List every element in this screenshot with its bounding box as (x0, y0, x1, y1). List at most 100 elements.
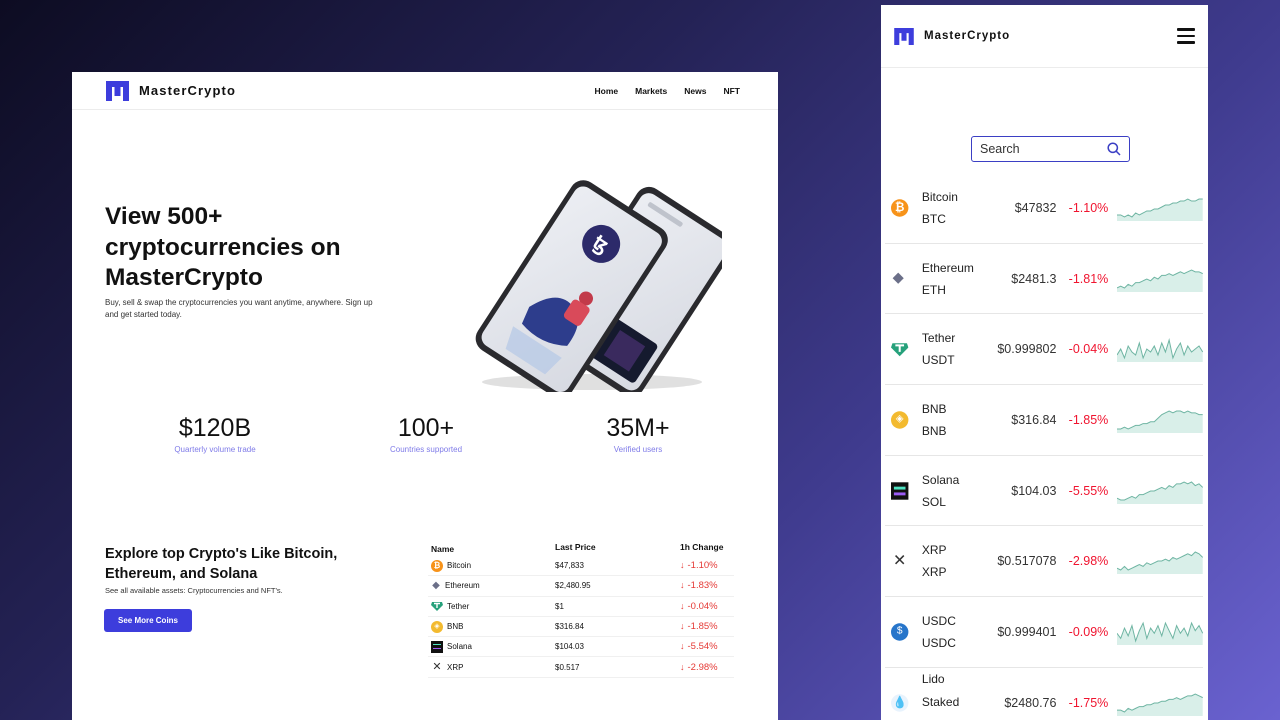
search-icon[interactable] (1107, 142, 1121, 156)
coin-change: -1.10% (687, 560, 718, 572)
xrp-icon: ✕ (893, 552, 907, 570)
bitcoin-icon: ₿ (891, 199, 909, 217)
coin-names: Ethereum ETH (922, 257, 990, 301)
sparkline-area (1117, 481, 1203, 504)
table-row[interactable]: ₿ Bitcoin $47,833 ↓ -1.10% (428, 556, 734, 577)
bitcoin-icon: ₿ (431, 559, 443, 572)
mobile-coin-list: ₿ Bitcoin BTC $47832 -1.10% ◆ Ethereum ETH $2481… (885, 173, 1203, 720)
desktop-nav-links: Home Markets News NFT (594, 86, 744, 96)
coin-list-item[interactable]: 💧 Lido Staked Ether $2480.76 -1.75% (885, 668, 1203, 720)
stat-value: 35M+ (606, 414, 670, 442)
coin-name-cell: Solana (428, 640, 555, 653)
coin-icon-wrap: ◈ (891, 411, 922, 429)
coin-symbol: ETH (921, 282, 946, 297)
down-arrow-icon: ↓ (680, 580, 685, 591)
coin-symbol: USDT (921, 353, 955, 368)
coin-change: -0.09% (1068, 624, 1109, 639)
sparkline-area (1117, 693, 1203, 716)
coin-name: Tether (921, 331, 956, 346)
hamburger-menu-icon[interactable] (1177, 28, 1195, 44)
desktop-navbar: MasterCrypto Home Markets News NFT (72, 72, 778, 110)
down-arrow-icon: ↓ (680, 641, 685, 652)
coin-list-item[interactable]: ✕ XRP XRP $0.517078 -2.98% (885, 526, 1203, 598)
sparkline-chart (1117, 693, 1203, 716)
coin-change: -1.85% (1068, 412, 1109, 427)
tether-icon (891, 343, 909, 357)
coin-change-cell: ↓ -0.04% (680, 601, 734, 612)
header-last-price[interactable]: Last Price (555, 542, 680, 556)
coin-symbol: XRP (921, 565, 947, 580)
coin-icon-wrap: 💧 (891, 693, 922, 712)
brand-logo[interactable]: MasterCrypto (106, 80, 236, 101)
logo-icon (894, 27, 914, 45)
coin-name: BNB (447, 622, 464, 632)
explore-title: Explore top Crypto's Like Bitcoin, Ether… (105, 546, 338, 582)
coin-icon-wrap: $ (891, 623, 922, 641)
search-input[interactable] (980, 142, 1100, 156)
hero-subtitle: Buy, sell & swap the cryptocurrencies yo… (105, 298, 373, 319)
desktop-preview: MasterCrypto Home Markets News NFT View … (72, 72, 778, 720)
nav-home[interactable]: Home (594, 86, 618, 96)
coin-change-cell: ↓ -2.98% (680, 662, 734, 673)
tether-icon (431, 602, 443, 612)
coin-price: $1 (555, 601, 564, 611)
mobile-preview: MasterCrypto ₿ Bitcoin BTC $47832 -1.10% ◆ Eth… (881, 5, 1208, 720)
explore-subtitle: See all available assets: Cryptocurrenci… (105, 586, 283, 595)
coin-name: Ethereum (921, 260, 974, 275)
sparkline-chart (1117, 198, 1203, 221)
solana-icon (431, 640, 443, 653)
coin-name-cell: ◆ Ethereum (428, 580, 555, 592)
coin-list-item[interactable]: Tether USDT $0.999802 -0.04% (885, 314, 1203, 386)
see-more-coins-button[interactable]: See More Coins (104, 609, 192, 632)
coin-price: $316.84 (555, 622, 584, 632)
coin-name: Solana (447, 642, 472, 652)
coin-change-cell: ↓ -5.54% (680, 641, 734, 652)
table-row[interactable]: ◈ BNB $316.84 ↓ -1.85% (428, 617, 734, 638)
sparkline-chart (1117, 621, 1203, 645)
coin-symbol: BNB (921, 423, 947, 438)
nav-news[interactable]: News (684, 86, 706, 96)
coin-list-item[interactable]: $ USDC USDC $0.999401 -0.09% (885, 597, 1203, 668)
table-row[interactable]: ✕ XRP $0.517 ↓ -2.98% (428, 657, 734, 678)
table-row[interactable]: Solana $104.03 ↓ -5.54% (428, 637, 734, 658)
header-1h-change[interactable]: 1h Change (680, 542, 734, 556)
coin-price: $0.999401 (997, 624, 1057, 639)
down-arrow-icon: ↓ (680, 560, 685, 571)
coin-change: -1.75% (1068, 695, 1109, 710)
coin-name: USDC (921, 613, 956, 628)
down-arrow-icon: ↓ (680, 661, 685, 672)
coin-list-item[interactable]: Solana SOL $104.03 -5.55% (885, 456, 1203, 527)
coin-change: -1.85% (687, 621, 718, 633)
coin-price: $47,833 (555, 561, 584, 571)
coin-price: $0.999802 (997, 342, 1057, 357)
sparkline-chart (1117, 481, 1203, 504)
stat-value: 100+ (397, 414, 455, 442)
coin-list-item[interactable]: ₿ Bitcoin BTC $47832 -1.10% (885, 173, 1203, 244)
nav-nft[interactable]: NFT (723, 86, 740, 96)
header-name[interactable]: Name (428, 542, 555, 556)
brand-name: MasterCrypto (924, 30, 1011, 42)
coin-name: Ethereum (445, 581, 480, 591)
bnb-icon: ◈ (431, 620, 443, 633)
mobile-navbar: MasterCrypto (881, 5, 1208, 68)
coin-icon-wrap: ₿ (891, 199, 922, 217)
coin-list-item[interactable]: ◆ Ethereum ETH $2481.3 -1.81% (885, 244, 1203, 315)
stat-label: Countries supported (389, 445, 463, 454)
table-row[interactable]: ◆ Ethereum $2,480.95 ↓ -1.83% (428, 576, 734, 597)
brand-name: MasterCrypto (139, 83, 236, 98)
search-box[interactable] (971, 136, 1130, 162)
coin-price: $2,480.95 (555, 581, 591, 591)
coin-list-item[interactable]: ◈ BNB BNB $316.84 -1.85% (885, 385, 1203, 456)
coin-change-cell: ↓ -1.83% (680, 580, 734, 591)
coin-name: XRP (921, 543, 947, 558)
coin-price: $47832 (1014, 200, 1057, 215)
coin-change: -5.54% (687, 641, 718, 653)
logo-icon (106, 80, 129, 101)
coin-price: $316.84 (1011, 412, 1057, 427)
coin-names: Tether USDT (922, 327, 990, 371)
nav-markets[interactable]: Markets (635, 86, 667, 96)
coin-name: Tether (447, 601, 470, 611)
coin-change: -1.83% (687, 580, 718, 592)
brand-logo[interactable]: MasterCrypto (894, 27, 1011, 45)
table-row[interactable]: Tether $1 ↓ -0.04% (428, 597, 734, 617)
